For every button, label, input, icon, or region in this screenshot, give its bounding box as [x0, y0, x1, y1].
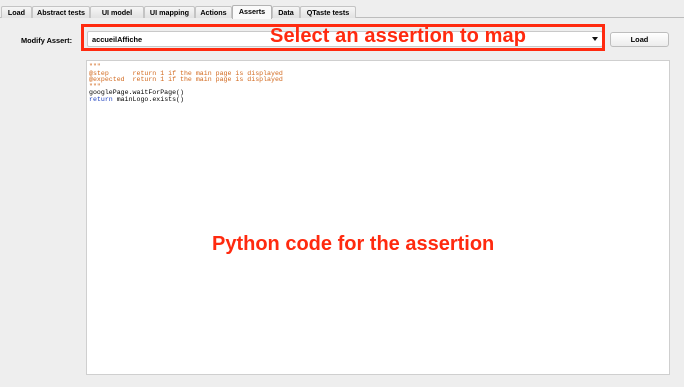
code-line: @expected return 1 if the main page is d… — [89, 76, 283, 83]
code-editor[interactable]: """ @step return 1 if the main page is d… — [86, 60, 670, 375]
tab-load[interactable]: Load — [1, 6, 32, 18]
code-line: return mainLogo.exists() — [89, 96, 184, 103]
code-statement: mainLogo.exists() — [112, 95, 184, 103]
docstring-expected: @expected return 1 if the main page is d… — [89, 76, 283, 84]
tab-ui-mapping[interactable]: UI mapping — [144, 6, 195, 18]
code-annotation-text: Python code for the assertion — [212, 233, 495, 255]
tab-qtaste-tests[interactable]: QTaste tests — [300, 6, 356, 18]
load-button[interactable]: Load — [610, 32, 669, 47]
modify-assert-label: Modify Assert: — [21, 36, 73, 45]
code-text: """ @step return 1 if the main page is d… — [89, 63, 283, 104]
tab-actions[interactable]: Actions — [195, 6, 232, 18]
tab-abstract-tests[interactable]: Abstract tests — [32, 6, 90, 18]
code-keyword: return — [89, 95, 113, 103]
tab-bar: Load Abstract tests UI model UI mapping … — [0, 0, 684, 19]
select-annotation-text: Select an assertion to map — [270, 25, 527, 47]
tab-asserts[interactable]: Asserts — [232, 5, 272, 19]
tab-ui-model[interactable]: UI model — [90, 6, 144, 18]
tab-data[interactable]: Data — [272, 6, 300, 18]
